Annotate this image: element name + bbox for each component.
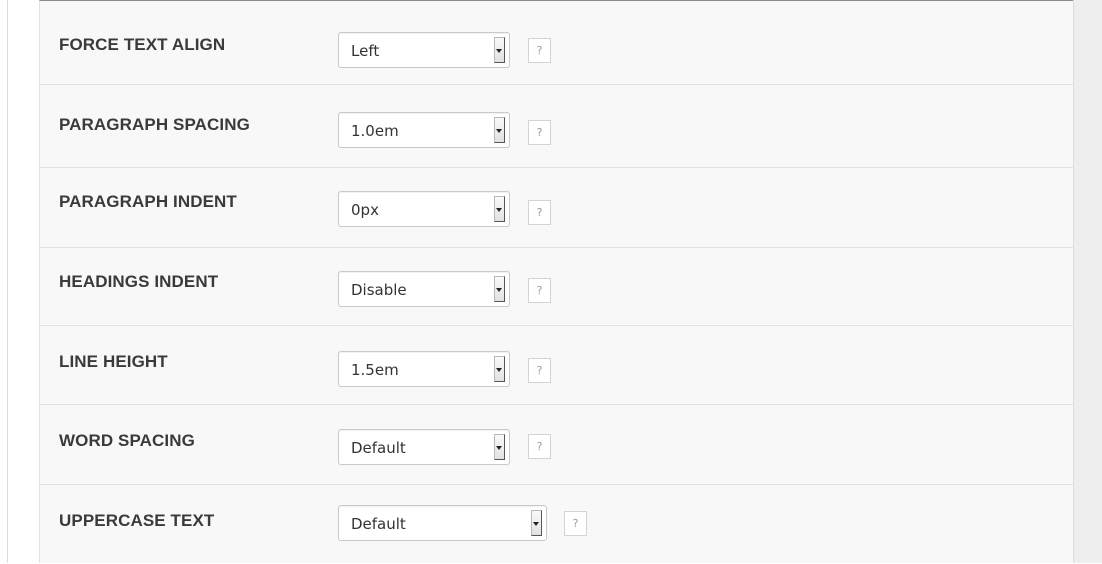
chevron-down-icon[interactable] [494, 434, 505, 460]
paragraph-spacing-select[interactable]: 1.0em [338, 112, 510, 148]
setting-label: LINE HEIGHT [59, 352, 168, 371]
left-border [7, 0, 8, 563]
help-icon[interactable]: ? [528, 358, 551, 383]
setting-row-paragraph-indent: PARAGRAPH INDENT 0px ? [40, 168, 1073, 248]
setting-label: PARAGRAPH INDENT [59, 192, 237, 211]
chevron-down-icon[interactable] [494, 276, 505, 302]
help-icon[interactable]: ? [564, 511, 587, 536]
chevron-down-icon[interactable] [494, 356, 505, 382]
uppercase-text-select[interactable]: Default [338, 505, 547, 541]
setting-row-line-height: LINE HEIGHT 1.5em ? [40, 326, 1073, 405]
force-text-align-select[interactable]: Left [338, 32, 510, 68]
headings-indent-select[interactable]: Disable [338, 271, 510, 307]
setting-row-uppercase-text: UPPERCASE TEXT Default ? [40, 485, 1073, 564]
help-icon[interactable]: ? [528, 200, 551, 225]
help-icon[interactable]: ? [528, 434, 551, 459]
setting-row-paragraph-spacing: PARAGRAPH SPACING 1.0em ? [40, 85, 1073, 168]
setting-label: UPPERCASE TEXT [59, 511, 215, 530]
select-value: 1.5em [351, 361, 399, 379]
chevron-down-icon[interactable] [494, 37, 505, 63]
settings-page: FORCE TEXT ALIGN Left ? PARAGRAPH SPACIN… [0, 0, 1102, 563]
setting-label: FORCE TEXT ALIGN [59, 35, 226, 54]
select-value: Disable [351, 281, 407, 299]
right-gutter [1073, 0, 1102, 563]
setting-row-word-spacing: WORD SPACING Default ? [40, 405, 1073, 485]
chevron-down-icon[interactable] [531, 510, 542, 536]
select-value: Left [351, 42, 380, 60]
select-value: Default [351, 439, 406, 457]
help-icon[interactable]: ? [528, 278, 551, 303]
help-icon[interactable]: ? [528, 120, 551, 145]
chevron-down-icon[interactable] [494, 196, 505, 222]
help-icon[interactable]: ? [528, 38, 551, 63]
setting-row-headings-indent: HEADINGS INDENT Disable ? [40, 248, 1073, 326]
paragraph-indent-select[interactable]: 0px [338, 191, 510, 227]
word-spacing-select[interactable]: Default [338, 429, 510, 465]
setting-label: WORD SPACING [59, 431, 195, 450]
setting-label: HEADINGS INDENT [59, 272, 219, 291]
select-value: 1.0em [351, 122, 399, 140]
select-value: Default [351, 515, 406, 533]
select-value: 0px [351, 201, 379, 219]
setting-row-force-text-align: FORCE TEXT ALIGN Left ? [40, 1, 1073, 85]
line-height-select[interactable]: 1.5em [338, 351, 510, 387]
chevron-down-icon[interactable] [494, 117, 505, 143]
setting-label: PARAGRAPH SPACING [59, 115, 250, 134]
settings-panel: FORCE TEXT ALIGN Left ? PARAGRAPH SPACIN… [39, 0, 1073, 563]
